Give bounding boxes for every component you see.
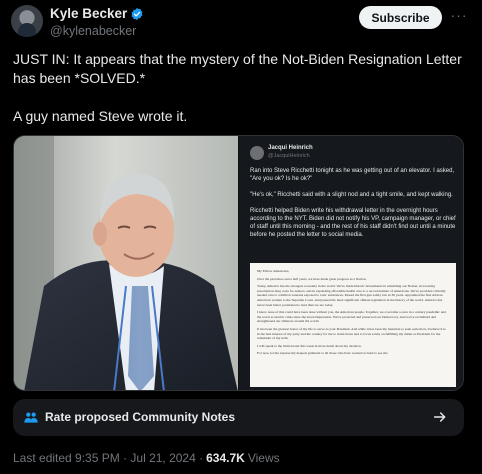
verified-badge-icon (131, 7, 143, 20)
author-display-name[interactable]: Kyle Becker (50, 6, 127, 21)
tweet-text: JUST IN: It appears that the mystery of … (13, 50, 473, 126)
embedded-post-screenshot[interactable]: Jacqui Heinrich @JacquiHeinrich Ran into… (239, 136, 463, 390)
media-grid: Jacqui Heinrich @JacquiHeinrich Ran into… (13, 135, 464, 391)
portrait-illustration (14, 136, 238, 390)
tweet-text-line-1: JUST IN: It appears that the mystery of … (13, 51, 462, 86)
embedded-paragraph-2: "He's ok," Ricchetti said with a slight … (250, 192, 453, 198)
photo-steve-ricchetti[interactable] (14, 136, 238, 390)
arrow-right-icon[interactable] (432, 409, 448, 425)
community-notes-label[interactable]: Rate proposed Community Notes (45, 410, 235, 424)
views-label: Views (247, 451, 280, 465)
embedded-author-avatar (250, 146, 264, 160)
views-count: 634.7K (206, 451, 245, 465)
resignation-letter-image: My Fellow Americans, Over the past three… (250, 263, 456, 387)
letter-paragraph-3: I know none of this could have been done… (257, 310, 446, 324)
embedded-author-name: Jacqui Heinrich (268, 145, 313, 151)
tweet-metadata: Last edited 9:35 PM · Jul 21, 2024 · 634… (13, 451, 280, 465)
letter-paragraph-6: For now, let me express my deepest grati… (257, 351, 388, 356)
more-options-icon[interactable]: ··· (450, 8, 468, 26)
avatar[interactable] (11, 5, 43, 37)
letter-paragraph-2: Today, America has the strongest economy… (257, 284, 446, 307)
community-notes-icon (24, 412, 38, 423)
edited-timestamp[interactable]: Last edited 9:35 PM · Jul 21, 2024 · (13, 451, 203, 465)
letter-paragraph-4: It has been the greatest honor of my lif… (257, 326, 446, 341)
embedded-paragraph-1: Ran into Steve Ricchetti tonight as he w… (250, 168, 455, 182)
letter-paragraph-1: Over the past three and a half years, we… (257, 276, 367, 281)
embedded-author-handle: @JacquiHeinrich (268, 153, 310, 159)
letter-paragraph-5: I will speak to the Nation later this we… (257, 343, 362, 348)
community-notes-bar[interactable]: Rate proposed Community Notes (13, 399, 464, 436)
author-handle[interactable]: @kylenabecker (50, 24, 136, 38)
tweet-text-line-2: A guy named Steve wrote it. (13, 108, 188, 124)
embedded-post-body: Ran into Steve Ricchetti tonight as he w… (250, 167, 456, 247)
letter-salutation: My Fellow Americans, (257, 269, 290, 273)
tweet-header: Kyle Becker @kylenabecker Subscribe ··· (0, 0, 482, 46)
embedded-paragraph-3: Ricchetti helped Biden write his withdra… (250, 208, 456, 238)
author-name-row: Kyle Becker (50, 6, 144, 21)
subscribe-button[interactable]: Subscribe (359, 6, 442, 29)
